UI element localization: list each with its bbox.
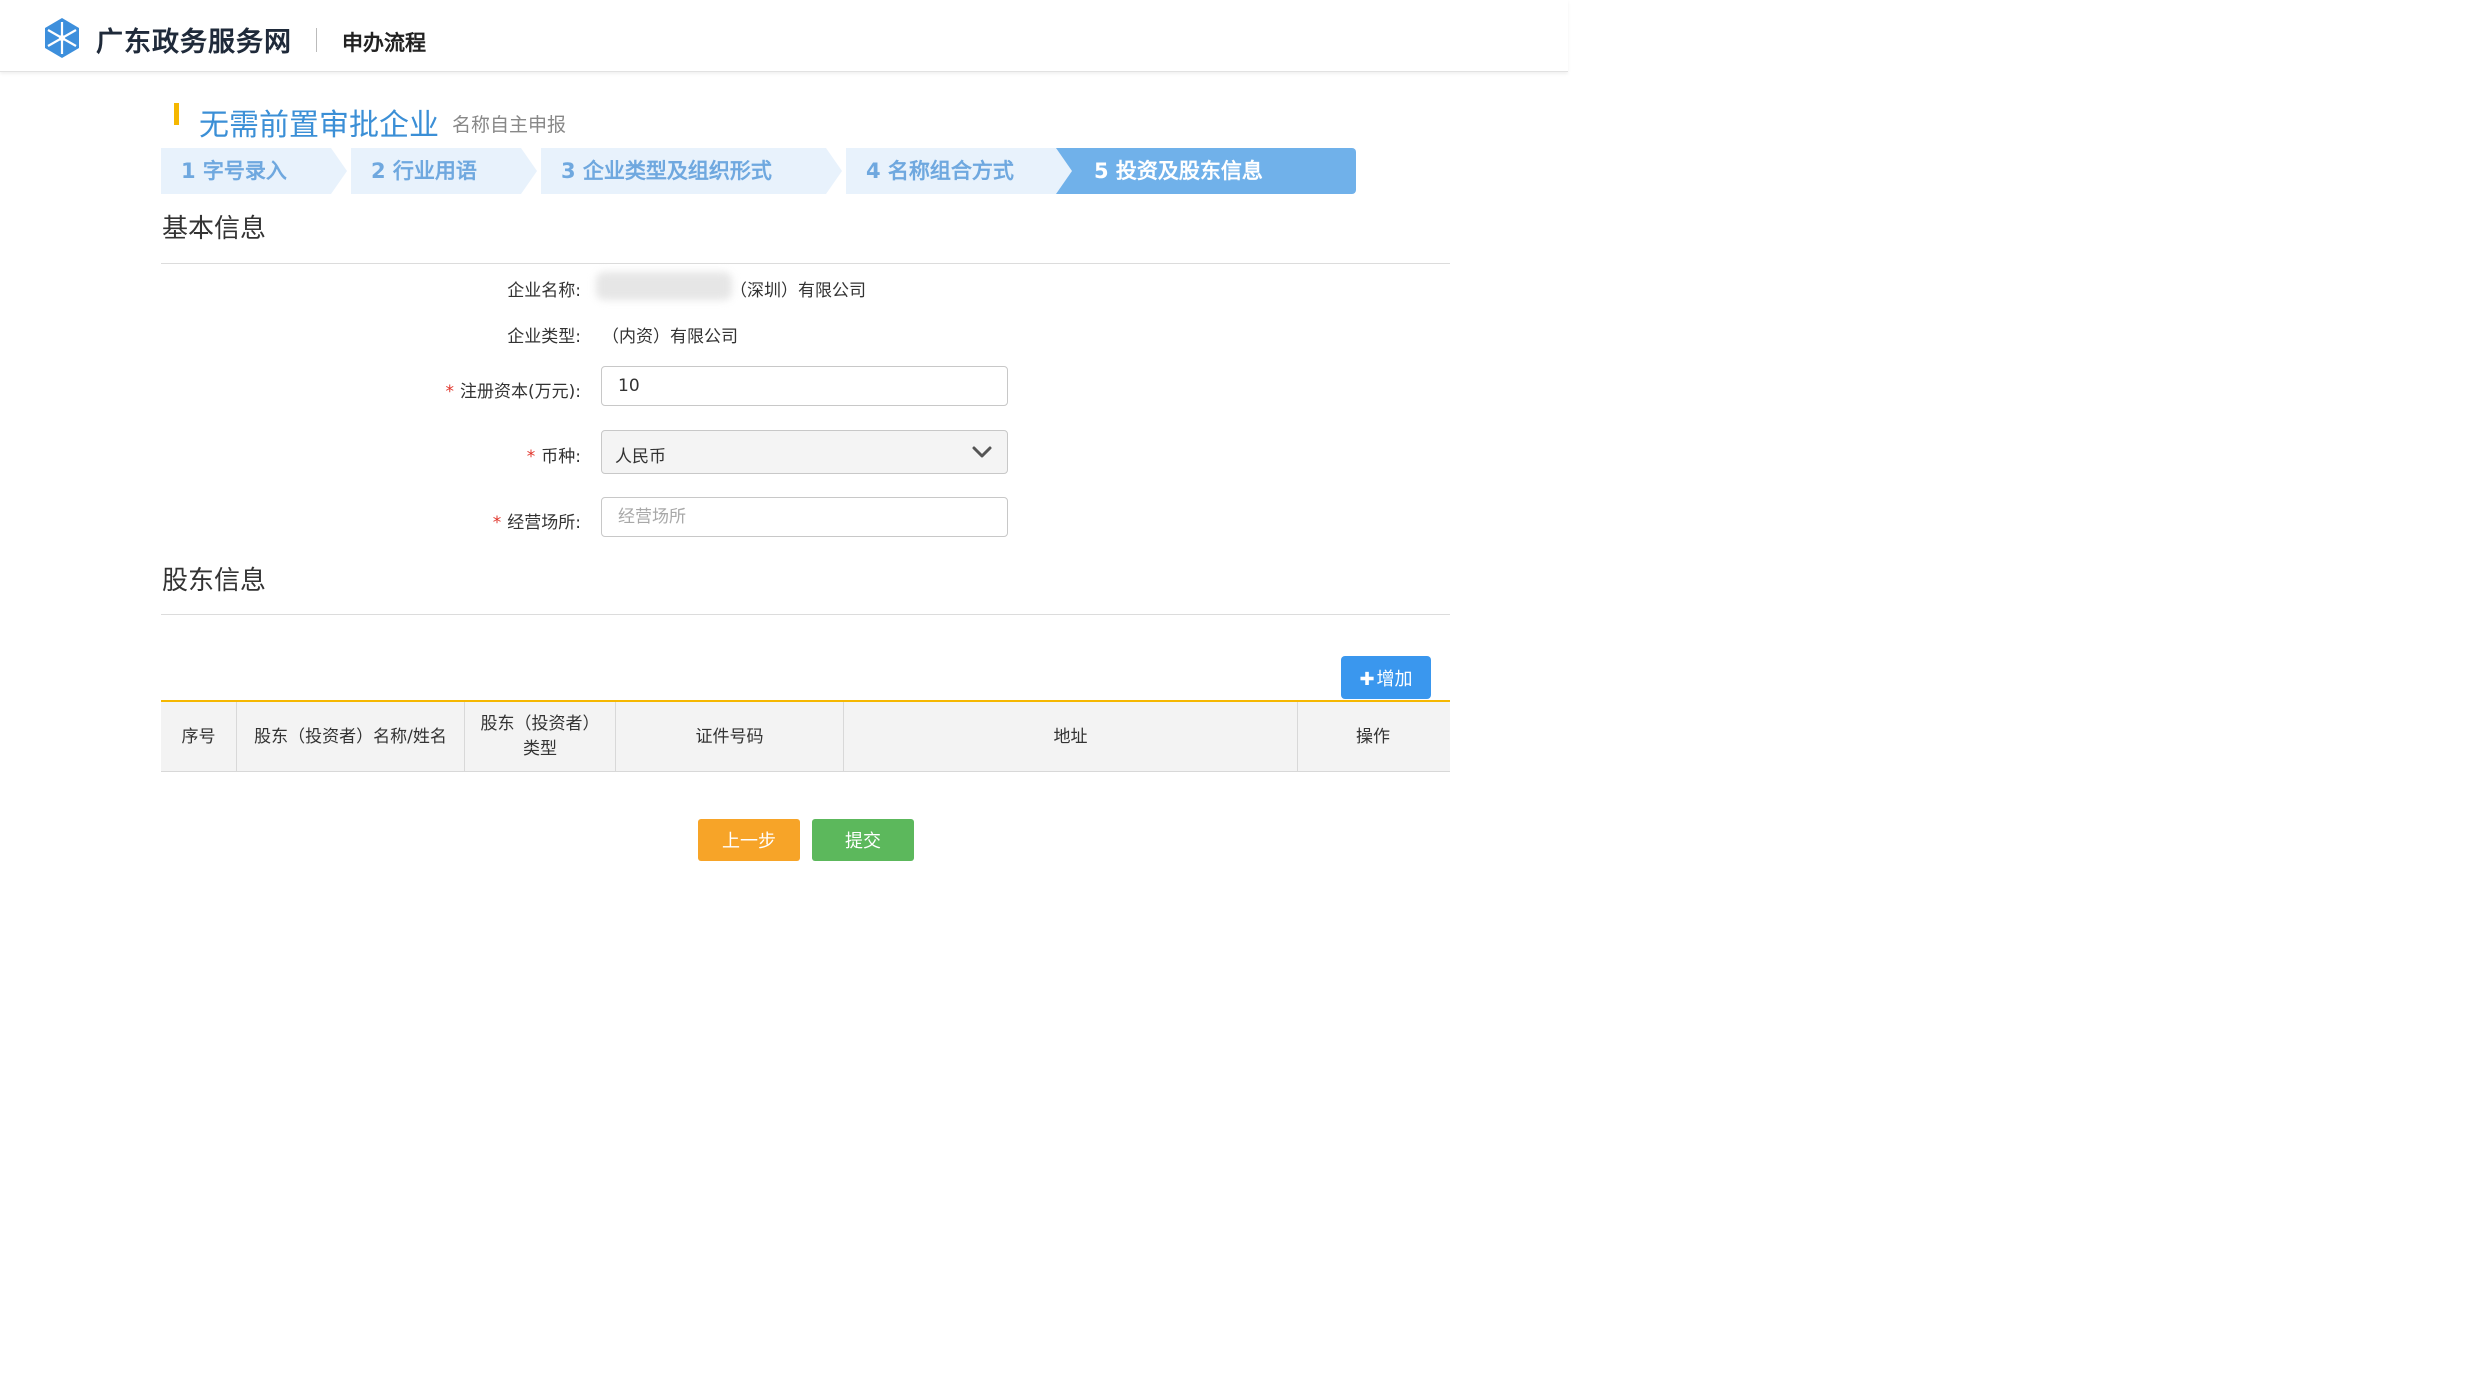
basic-info-title: 基本信息 xyxy=(162,214,267,244)
company-type-value: （内资）有限公司 xyxy=(602,327,738,347)
step-3[interactable]: 3 企业类型及组织形式 xyxy=(541,148,826,194)
required-mark: * xyxy=(492,513,502,533)
currency-select[interactable]: 人民币 xyxy=(601,430,1008,474)
currency-selected-value: 人民币 xyxy=(615,447,666,467)
site-name[interactable]: 广东政务服务网 xyxy=(96,20,292,59)
step-4-label: 4 名称组合方式 xyxy=(866,159,1014,183)
column-header-type: 股东（投资者）类型 xyxy=(465,702,616,772)
required-mark: * xyxy=(526,447,536,467)
currency-label-text: 币种: xyxy=(541,447,581,467)
redacted-company-name xyxy=(596,272,732,300)
company-name-label-text: 企业名称: xyxy=(507,281,581,301)
registered-capital-label-text: 注册资本(万元): xyxy=(460,382,581,402)
header-subtitle: 申办流程 xyxy=(342,31,426,55)
step-separator-arrow xyxy=(826,148,842,194)
step-1-label: 1 字号录入 xyxy=(181,159,287,183)
company-type-label: 企业类型: xyxy=(161,322,581,347)
step-2[interactable]: 2 行业用语 xyxy=(351,148,521,194)
site-header: 广东政务服务网 申办流程 xyxy=(0,0,1568,72)
logo-icon[interactable] xyxy=(42,17,82,59)
step-5[interactable]: 5 投资及股东信息 xyxy=(1056,148,1356,194)
column-header-actions: 操作 xyxy=(1356,726,1390,747)
step-separator-arrow xyxy=(521,148,537,194)
column-header-index: 序号 xyxy=(161,702,237,772)
plus-icon: ✚ xyxy=(1359,668,1375,690)
step-5-label: 5 投资及股东信息 xyxy=(1094,159,1263,183)
chevron-down-icon xyxy=(972,446,992,458)
shareholder-table: 序号 股东（投资者）名称/姓名 股东（投资者）类型 证件号码 地址 操作 xyxy=(161,700,1450,772)
title-accent-bar xyxy=(174,103,179,125)
add-button-label: 增加 xyxy=(1376,668,1413,690)
step-3-label: 3 企业类型及组织形式 xyxy=(561,159,772,183)
step-4[interactable]: 4 名称组合方式 xyxy=(846,148,1056,194)
company-name-label: 企业名称: xyxy=(161,276,581,301)
step-2-label: 2 行业用语 xyxy=(371,159,477,183)
column-header-address: 地址 xyxy=(844,702,1298,772)
business-place-label-text: 经营场所: xyxy=(507,513,581,533)
page-subtitle: 名称自主申报 xyxy=(452,114,567,136)
required-mark: * xyxy=(445,382,455,402)
business-place-label: * 经营场所: xyxy=(161,508,581,533)
divider xyxy=(161,263,1450,264)
submit-button[interactable]: 提交 xyxy=(812,819,914,861)
registered-capital-label: * 注册资本(万元): xyxy=(161,377,582,402)
column-header-id-number: 证件号码 xyxy=(616,702,844,772)
step-indicator: 1 字号录入 2 行业用语 3 企业类型及组织形式 4 名称组合方式 5 投资及… xyxy=(161,148,1356,194)
header-divider xyxy=(316,28,317,52)
add-shareholder-button[interactable]: ✚ 增加 xyxy=(1341,656,1431,699)
registered-capital-input[interactable] xyxy=(601,366,1008,406)
column-header-name: 股东（投资者）名称/姓名 xyxy=(237,702,465,772)
page-title: 无需前置审批企业 xyxy=(199,108,439,143)
previous-step-button[interactable]: 上一步 xyxy=(698,819,800,861)
company-type-label-text: 企业类型: xyxy=(507,327,581,347)
currency-label: * 币种: xyxy=(161,442,581,467)
shareholder-info-title: 股东信息 xyxy=(162,566,267,596)
step-separator-arrow xyxy=(331,148,347,194)
business-place-input[interactable] xyxy=(601,497,1008,537)
company-name-suffix: （深圳）有限公司 xyxy=(730,281,866,301)
divider xyxy=(161,614,1450,615)
step-active-notch xyxy=(1056,148,1072,194)
step-1[interactable]: 1 字号录入 xyxy=(161,148,331,194)
